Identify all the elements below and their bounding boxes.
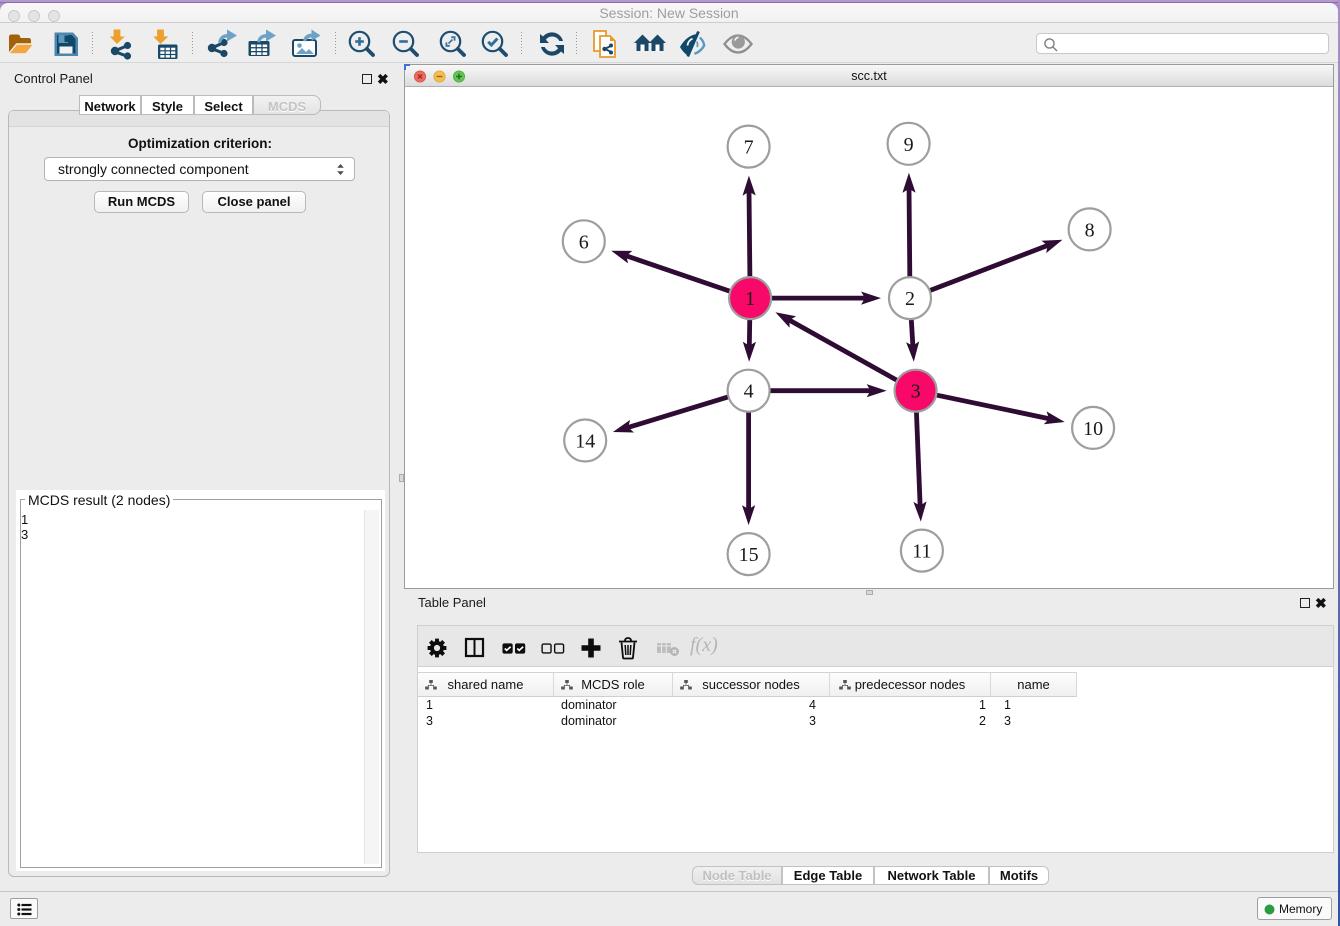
svg-text:11: 11 xyxy=(912,541,931,563)
svg-text:1: 1 xyxy=(745,288,755,310)
svg-text:8: 8 xyxy=(1085,219,1095,241)
svg-text:14: 14 xyxy=(575,431,595,453)
svg-text:6: 6 xyxy=(579,231,589,253)
svg-text:10: 10 xyxy=(1083,418,1103,440)
svg-text:15: 15 xyxy=(739,544,759,566)
svg-text:4: 4 xyxy=(744,381,754,403)
svg-text:9: 9 xyxy=(904,134,914,156)
svg-text:2: 2 xyxy=(905,288,915,310)
svg-text:3: 3 xyxy=(911,381,921,403)
svg-text:7: 7 xyxy=(744,137,754,159)
